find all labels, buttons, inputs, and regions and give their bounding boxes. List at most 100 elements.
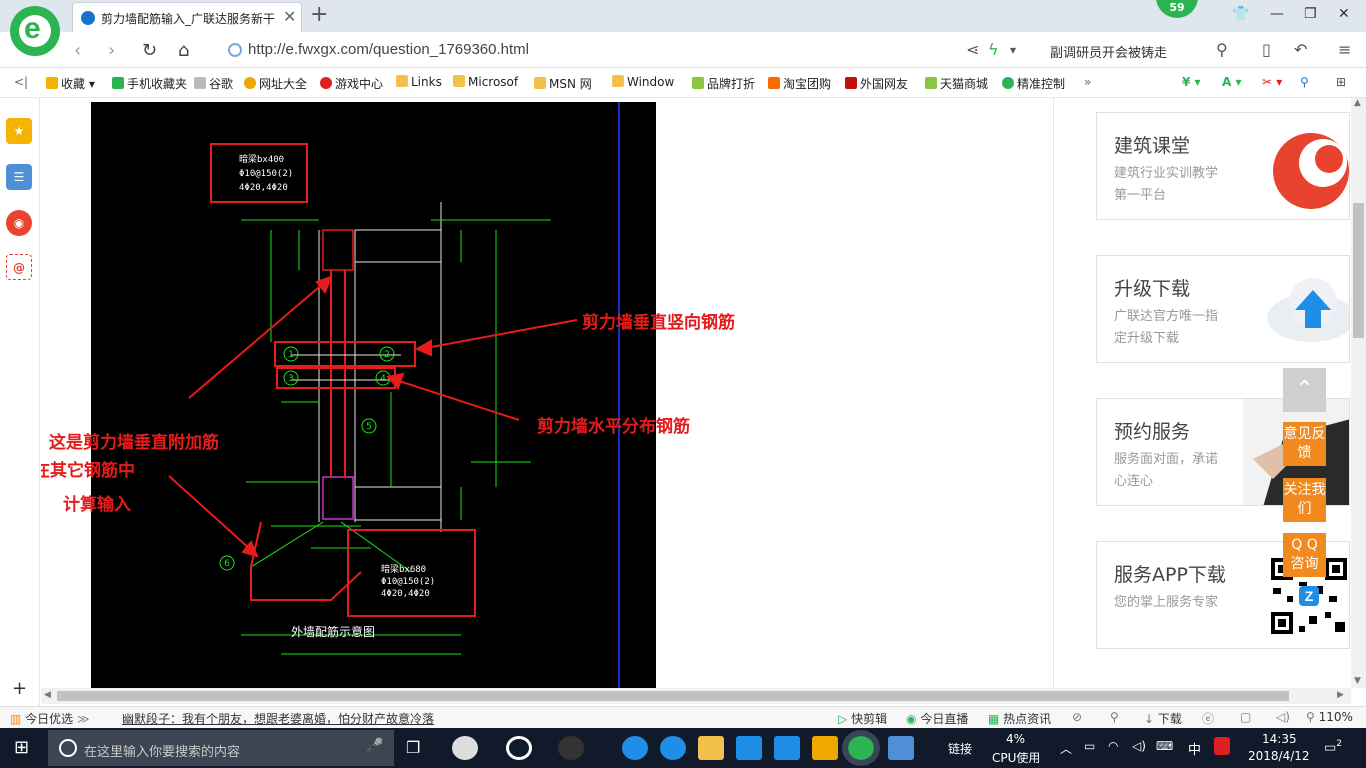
close-window-icon[interactable]: ✕ <box>1338 6 1350 22</box>
bookmark-foreign[interactable]: 外国网友 <box>845 75 908 92</box>
edge-icon[interactable] <box>622 736 648 760</box>
battery-icon[interactable]: ▭ <box>1084 739 1095 753</box>
download-button[interactable]: ↓ 下载 <box>1144 710 1182 727</box>
browser-logo-icon[interactable]: e <box>10 6 60 56</box>
back-icon[interactable]: ‹ <box>74 40 81 61</box>
bookmark-microsoft[interactable]: Microsof <box>453 75 518 89</box>
pin-icon[interactable]: ⚲ <box>1110 710 1119 724</box>
today-live-button[interactable]: ◉ 今日直播 <box>906 710 968 727</box>
bookmarks-collapse-icon[interactable]: <| <box>14 75 28 89</box>
search-icon[interactable]: ⚲ <box>1216 40 1228 59</box>
bookmark-sites[interactable]: 网址大全 <box>244 75 307 92</box>
url-input[interactable]: http://e.fwxgx.com/question_1769360.html <box>248 41 529 58</box>
bookmark-games[interactable]: 游戏中心 <box>320 75 383 92</box>
scroll-down-icon[interactable]: ▼ <box>1354 676 1361 686</box>
bookmark-taobao[interactable]: 淘宝团购 <box>768 75 831 92</box>
shirt-skin-icon[interactable]: 👕 <box>1232 6 1249 22</box>
horizontal-scroll-thumb[interactable] <box>57 691 1289 701</box>
news-ticker-link[interactable]: 幽默段子：我有个朋友，想跟老婆离婚，怕分财产故意冷落 <box>122 710 434 727</box>
ie-mode-icon[interactable]: ⓔ <box>1202 710 1214 727</box>
mobile-icon[interactable]: ▯ <box>1262 40 1271 59</box>
bookmark-precise[interactable]: 精准控制 <box>1002 75 1065 92</box>
clock-date[interactable]: 2018/4/12 <box>1248 749 1310 763</box>
card-upgrade-download[interactable]: 升级下载 广联达官方唯一指定升级下载 <box>1096 255 1350 363</box>
hot-search-text[interactable]: 副调研员开会被铸走 <box>1050 42 1167 61</box>
horizontal-scrollbar[interactable]: ◀ ▶ <box>41 688 1351 704</box>
undo-icon[interactable]: ↶ <box>1294 40 1307 59</box>
email-icon[interactable]: @ <box>6 254 32 280</box>
active-browser-icon[interactable] <box>842 730 880 766</box>
task-view-icon[interactable]: ❐ <box>406 738 420 757</box>
bookmark-brand-sale[interactable]: 品牌打折 <box>692 75 755 92</box>
share-icon[interactable]: ⋖ <box>966 40 979 59</box>
taskbar-search-box[interactable]: 在这里输入你要搜索的内容 🎤 <box>48 730 394 766</box>
home-icon[interactable]: ⌂ <box>178 40 189 61</box>
restore-icon[interactable]: ❐ <box>1304 6 1317 22</box>
satellite-app-icon[interactable] <box>558 736 584 760</box>
today-pick[interactable]: ▥ 今日优选 ≫ <box>10 710 90 727</box>
qq-consult-button[interactable]: Q Q 咨询 <box>1283 533 1326 577</box>
shield-icon[interactable]: ¥ ▾ <box>1182 75 1201 89</box>
pinwheel-app-icon[interactable] <box>452 736 478 760</box>
vertical-scroll-thumb[interactable] <box>1353 203 1364 338</box>
zoom-level[interactable]: ⚲ 110% <box>1306 710 1353 724</box>
notification-badge[interactable]: 59 <box>1156 0 1198 18</box>
add-sidebar-icon[interactable]: + <box>12 678 27 699</box>
sogou-icon[interactable] <box>1214 737 1230 755</box>
speed-icon[interactable]: ⊘ <box>1072 710 1082 724</box>
volume-icon[interactable]: ◁) <box>1276 710 1290 724</box>
bookmark-mobile[interactable]: 手机收藏夹 <box>112 75 187 92</box>
clock-time[interactable]: 14:35 <box>1262 732 1297 746</box>
lightning-icon[interactable]: ϟ <box>988 40 999 59</box>
keyboard-icon[interactable]: ⌨ <box>1156 739 1173 753</box>
reload-icon[interactable]: ↻ <box>142 40 157 61</box>
quick-clip-button[interactable]: ▷ 快剪辑 <box>838 710 887 727</box>
speaker-icon[interactable]: ◁) <box>1132 739 1146 753</box>
screenshot-app-icon[interactable] <box>888 736 914 760</box>
translate-icon[interactable]: A ▾ <box>1222 75 1242 89</box>
scroll-right-icon[interactable]: ▶ <box>1337 690 1344 700</box>
follow-us-button[interactable]: 关注我们 <box>1283 478 1326 522</box>
scroll-left-icon[interactable]: ◀ <box>44 690 51 700</box>
star-favorites-icon[interactable]: ★ <box>6 118 32 144</box>
scroll-up-icon[interactable]: ▲ <box>1354 98 1361 108</box>
feedback-button[interactable]: 意见反馈 <box>1283 422 1326 466</box>
bookmark-google[interactable]: 谷歌 <box>194 75 233 92</box>
close-tab-icon[interactable]: ✕ <box>283 7 296 26</box>
card-building-class[interactable]: 建筑课堂 建筑行业实训教学第一平台 <box>1096 112 1350 220</box>
window-icon[interactable]: ▢ <box>1240 710 1251 724</box>
bookmark-tmall[interactable]: 天猫商城 <box>925 75 988 92</box>
link-text[interactable]: 链接 <box>948 740 972 757</box>
ime-indicator[interactable]: 中 <box>1188 739 1201 758</box>
ie-icon[interactable] <box>660 736 686 760</box>
apps-grid-icon[interactable]: ⊞ <box>1336 75 1346 89</box>
scissors-icon[interactable]: ✂ ▾ <box>1262 75 1282 89</box>
bookmark-favorites[interactable]: 收藏 ▾ <box>46 75 95 92</box>
bookmark-links[interactable]: Links <box>396 75 442 89</box>
minimize-icon[interactable]: — <box>1270 6 1284 22</box>
g-app-icon[interactable] <box>736 736 762 760</box>
magnifier-icon[interactable]: ⚲ <box>1300 75 1309 89</box>
back-to-top-button[interactable]: ⌃ <box>1283 368 1326 412</box>
hot-news-button[interactable]: ▦ 热点资讯 <box>988 710 1051 727</box>
bookmark-windows[interactable]: Window <box>612 75 674 89</box>
file-explorer-icon[interactable] <box>698 736 724 760</box>
new-tab-button[interactable]: + <box>310 2 328 27</box>
notes-app-icon[interactable] <box>812 736 838 760</box>
microphone-icon[interactable]: 🎤 <box>366 738 383 754</box>
notification-center-icon[interactable]: ▭2 <box>1324 739 1342 755</box>
weibo-icon[interactable]: ◉ <box>6 210 32 236</box>
browser-e-icon[interactable] <box>506 736 532 760</box>
bookmark-msn[interactable]: MSN 网 <box>534 75 592 92</box>
chevron-down-icon[interactable]: ▾ <box>1010 43 1016 57</box>
menu-icon[interactable]: ≡ <box>1338 40 1351 59</box>
plus-app-icon[interactable] <box>774 736 800 760</box>
forward-icon[interactable]: › <box>108 40 115 61</box>
vertical-scrollbar[interactable]: ▲ ▼ <box>1351 98 1366 688</box>
more-bookmarks-icon[interactable]: » <box>1084 75 1091 89</box>
list-icon[interactable]: ☰ <box>6 164 32 190</box>
browser-tab[interactable]: 剪力墙配筋输入_广联达服务新干 ✕ <box>72 2 302 32</box>
wifi-icon[interactable]: ◠ <box>1108 739 1118 753</box>
tray-up-icon[interactable]: ︿ <box>1060 740 1072 757</box>
windows-start-icon[interactable]: ⊞ <box>14 737 29 758</box>
